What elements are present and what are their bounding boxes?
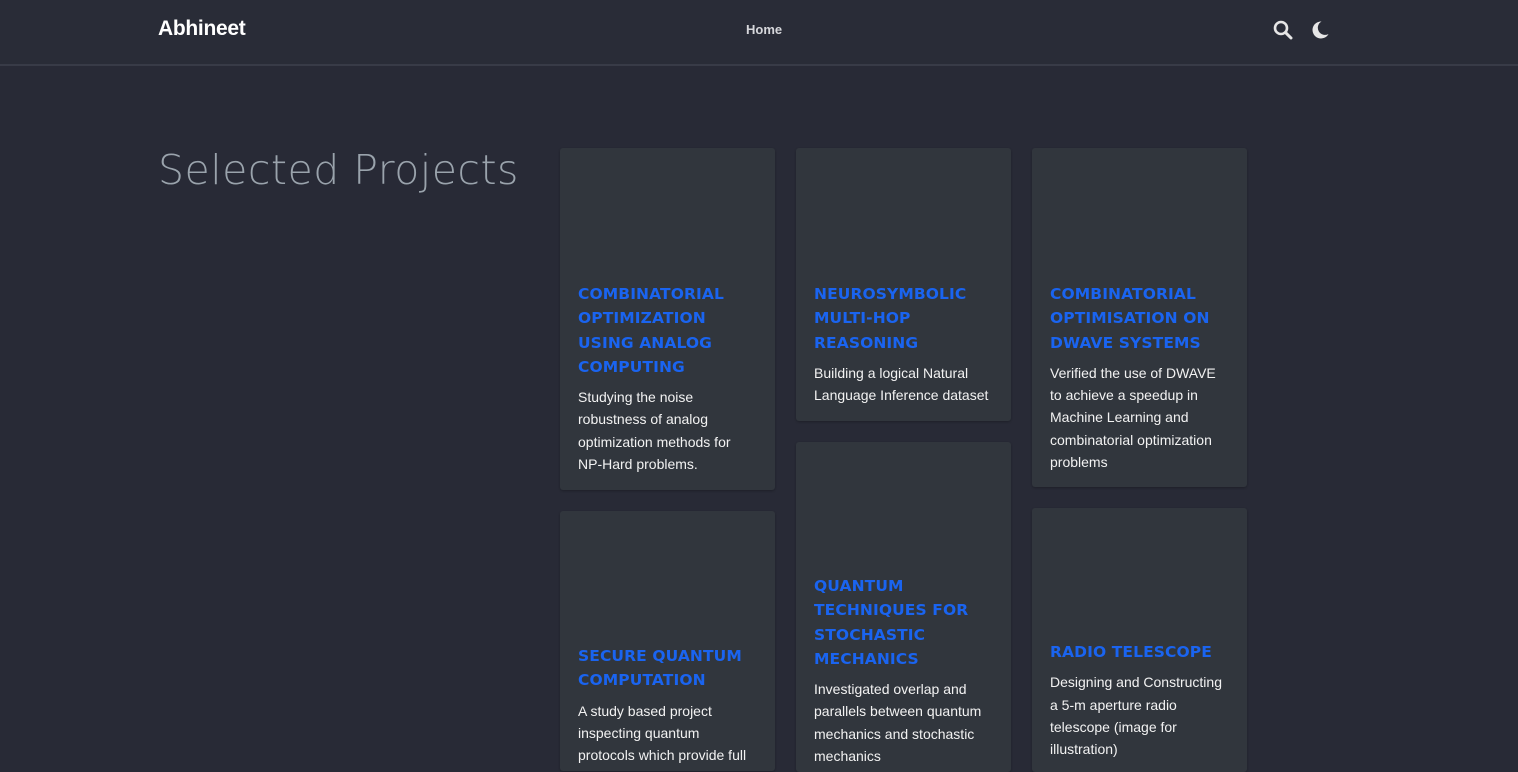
project-card[interactable]: Combinatorial Optimisation on DWAVE Syst…	[1032, 148, 1247, 487]
search-icon[interactable]	[1273, 20, 1293, 40]
nav-home-link[interactable]: Home	[746, 22, 782, 37]
project-description: Designing and Constructing a 5-m apertur…	[1050, 674, 1222, 758]
project-card[interactable]: Secure Quantum Computation A study based…	[560, 511, 775, 771]
section-title: Selected Projects	[158, 146, 519, 194]
project-title[interactable]: Radio Telescope	[1050, 640, 1229, 664]
project-title[interactable]: Secure Quantum Computation	[578, 644, 757, 693]
project-card[interactable]: Radio Telescope Designing and Constructi…	[1032, 508, 1247, 772]
project-title[interactable]: Quantum Techniques for Stochastic Mechan…	[814, 574, 993, 671]
project-description: Building a logical Natural Language Infe…	[814, 364, 989, 404]
brand-link[interactable]: Abhineet	[158, 17, 246, 41]
project-description: Studying the noise robustness of analog …	[578, 389, 731, 473]
project-description: A study based project inspecting quantum…	[578, 702, 747, 764]
project-title[interactable]: Neurosymbolic Multi-Hop Reasoning	[814, 282, 993, 355]
project-card[interactable]: Combinatorial Optimization using Analog …	[560, 148, 775, 490]
project-card[interactable]: Neurosymbolic Multi-Hop Reasoning Buildi…	[796, 148, 1011, 421]
project-description: Verified the use of DWAVE to achieve a s…	[1050, 364, 1216, 471]
project-title[interactable]: Combinatorial Optimization using Analog …	[578, 282, 757, 379]
moon-icon[interactable]	[1310, 20, 1330, 40]
project-card[interactable]: Quantum Techniques for Stochastic Mechan…	[796, 442, 1011, 772]
project-description: Investigated overlap and parallels betwe…	[814, 681, 982, 765]
project-title[interactable]: Combinatorial Optimisation on DWAVE Syst…	[1050, 282, 1229, 355]
top-navbar: Abhineet Home	[0, 0, 1518, 66]
